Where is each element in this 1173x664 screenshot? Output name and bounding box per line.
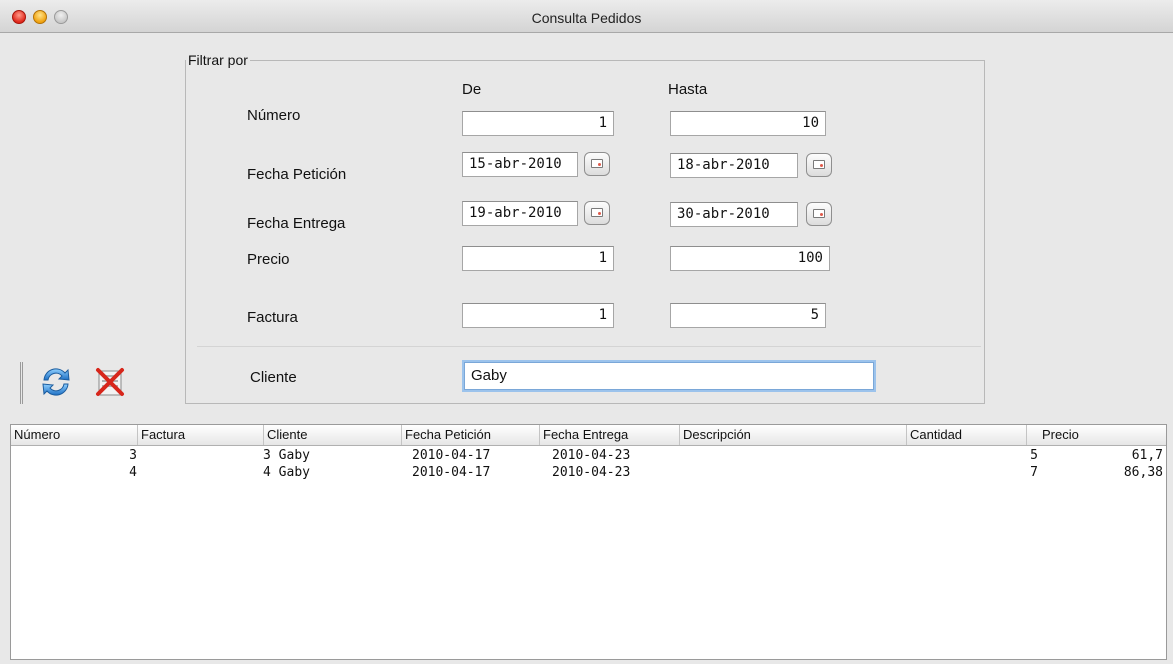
column-header-numero[interactable]: Número — [11, 425, 137, 445]
column-header-cliente[interactable]: Cliente — [263, 425, 401, 445]
clear-filter-button[interactable] — [92, 364, 128, 400]
cell-cantidad: 5 — [1030, 448, 1038, 463]
column-header-precio[interactable]: Precio — [1026, 425, 1166, 445]
calendar-icon — [813, 160, 825, 169]
filter-legend: Filtrar por — [188, 52, 248, 68]
cell-fecha-entrega: 2010-04-23 — [552, 448, 631, 463]
column-header-fecha-peticion[interactable]: Fecha Petición — [401, 425, 539, 445]
precio-to-input[interactable]: 100 — [670, 246, 830, 271]
refresh-button[interactable] — [38, 364, 74, 400]
numero-label: Número — [247, 107, 301, 124]
cliente-input[interactable]: Gaby — [464, 362, 874, 390]
precio-label: Precio — [247, 251, 290, 268]
cell-fecha-entrega: 2010-04-23 — [552, 465, 631, 480]
to-column-header: Hasta — [668, 81, 708, 98]
column-header-fecha-entrega[interactable]: Fecha Entrega — [539, 425, 679, 445]
app-window: Consulta Pedidos Filtrar por De Hasta Nú… — [0, 0, 1173, 664]
calendar-icon — [813, 209, 825, 218]
fecha-entrega-label: Fecha Entrega — [247, 215, 346, 232]
fecha-entrega-to-calendar-button[interactable] — [806, 202, 832, 226]
fecha-entrega-from-calendar-button[interactable] — [584, 201, 610, 225]
from-column-header: De — [462, 81, 482, 98]
window-title: Consulta Pedidos — [531, 10, 642, 26]
fecha-peticion-to-calendar-button[interactable] — [806, 153, 832, 177]
cell-numero: 4 — [129, 465, 137, 480]
clear-filter-icon — [96, 368, 124, 396]
fecha-entrega-from-input[interactable]: 19-abr-2010 — [462, 201, 578, 226]
refresh-icon — [42, 368, 70, 396]
title-bar[interactable]: Consulta Pedidos — [0, 0, 1173, 33]
factura-to-input[interactable]: 5 — [670, 303, 826, 328]
column-header-factura[interactable]: Factura — [137, 425, 263, 445]
toolbar-grip — [20, 362, 23, 404]
cell-precio: 86,38 — [1123, 465, 1163, 480]
fecha-peticion-from-calendar-button[interactable] — [584, 152, 610, 176]
calendar-icon — [591, 208, 603, 217]
fecha-entrega-to-input[interactable]: 30-abr-2010 — [670, 202, 798, 227]
factura-from-input[interactable]: 1 — [462, 303, 614, 328]
fecha-peticion-label: Fecha Petición — [247, 166, 347, 183]
cell-numero: 3 — [129, 448, 137, 463]
numero-to-input[interactable]: 10 — [670, 111, 826, 136]
cell-precio: 61,7 — [1131, 448, 1163, 463]
calendar-icon — [591, 159, 603, 168]
column-header-descripcion[interactable]: Descripción — [679, 425, 906, 445]
factura-label: Factura — [247, 309, 298, 326]
precio-from-input[interactable]: 1 — [462, 246, 614, 271]
table-header: Número Factura Cliente Fecha Petición Fe… — [11, 425, 1166, 446]
cell-cantidad: 7 — [1030, 465, 1038, 480]
cell-factura-cliente: 3 Gaby — [263, 448, 310, 463]
table-row[interactable]: 3 3 Gaby 2010-04-17 2010-04-23 5 61,7 — [11, 447, 1166, 464]
cell-fecha-peticion: 2010-04-17 — [412, 448, 491, 463]
cell-factura-cliente: 4 Gaby — [263, 465, 310, 480]
cliente-label: Cliente — [250, 369, 297, 386]
results-table[interactable]: Número Factura Cliente Fecha Petición Fe… — [10, 424, 1167, 660]
fecha-peticion-to-input[interactable]: 18-abr-2010 — [670, 153, 798, 178]
filter-separator — [197, 346, 981, 347]
fecha-peticion-from-input[interactable]: 15-abr-2010 — [462, 152, 578, 177]
cell-fecha-peticion: 2010-04-17 — [412, 465, 491, 480]
column-header-cantidad[interactable]: Cantidad — [906, 425, 1026, 445]
numero-from-input[interactable]: 1 — [462, 111, 614, 136]
table-row[interactable]: 4 4 Gaby 2010-04-17 2010-04-23 7 86,38 — [11, 464, 1166, 481]
